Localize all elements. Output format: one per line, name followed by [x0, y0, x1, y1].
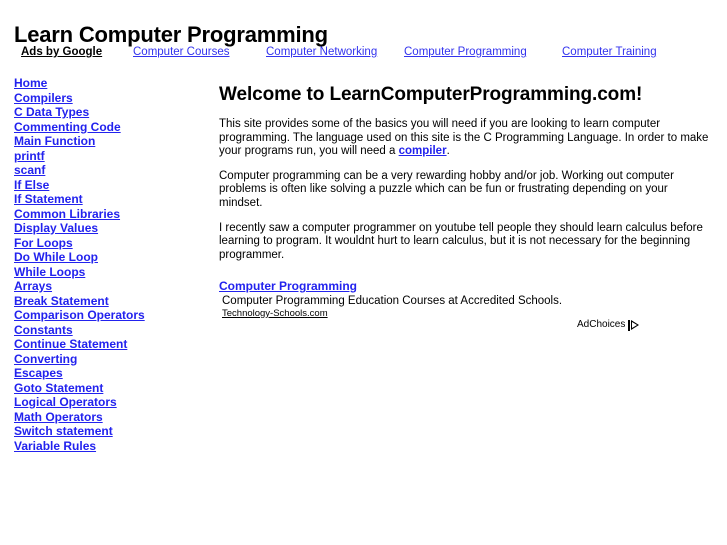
- sidebar-item-while-loops[interactable]: While Loops: [14, 265, 85, 280]
- sidebar-item-if-statement[interactable]: If Statement: [14, 192, 83, 207]
- sidebar-item-compilers[interactable]: Compilers: [14, 91, 73, 106]
- sidebar-item-converting[interactable]: Converting: [14, 352, 77, 367]
- intro-paragraph-text-before: This site provides some of the basics yo…: [219, 118, 709, 158]
- sidebar-item-logical-operators[interactable]: Logical Operators: [14, 395, 117, 410]
- intro-paragraph-text-after: .: [446, 145, 450, 158]
- ad-url-link[interactable]: Technology-Schools.com: [219, 308, 328, 320]
- sidebar-item-comparison-operators[interactable]: Comparison Operators: [14, 308, 145, 323]
- google-ads-bar: Ads by Google Computer Courses Computer …: [0, 45, 727, 61]
- sidebar-item-display-values[interactable]: Display Values: [14, 221, 98, 236]
- sidebar-item-break-statement[interactable]: Break Statement: [14, 294, 109, 309]
- sidebar-item-for-loops[interactable]: For Loops: [14, 236, 73, 251]
- sidebar-item-c-data-types[interactable]: C Data Types: [14, 105, 89, 120]
- sidebar-item-commenting-code[interactable]: Commenting Code: [14, 120, 121, 135]
- welcome-heading: Welcome to LearnComputerProgramming.com!: [219, 84, 643, 105]
- ad-link-computer-programming[interactable]: Computer Programming: [404, 45, 527, 59]
- sidebar-item-math-operators[interactable]: Math Operators: [14, 410, 103, 425]
- sidebar-item-continue-statement[interactable]: Continue Statement: [14, 337, 127, 352]
- sidebar-item-variable-rules[interactable]: Variable Rules: [14, 439, 96, 454]
- adchoices-label: AdChoices: [577, 319, 626, 330]
- sidebar-item-goto-statement[interactable]: Goto Statement: [14, 381, 103, 396]
- ad-description: Computer Programming Education Courses a…: [222, 295, 563, 307]
- sidebar-item-scanf[interactable]: scanf: [14, 163, 45, 178]
- ad-link-computer-networking[interactable]: Computer Networking: [266, 45, 377, 59]
- ad-link-computer-courses[interactable]: Computer Courses: [133, 45, 230, 59]
- compiler-link[interactable]: compiler: [399, 145, 447, 157]
- sidebar-item-printf[interactable]: printf: [14, 149, 45, 164]
- page-title: Learn Computer Programming: [14, 21, 328, 47]
- sidebar-item-escapes[interactable]: Escapes: [14, 366, 63, 381]
- sidebar-item-if-else[interactable]: If Else: [14, 178, 49, 193]
- adchoices-control[interactable]: AdChoices: [577, 319, 639, 331]
- ad-link-computer-training[interactable]: Computer Training: [562, 45, 657, 59]
- ad-title-link[interactable]: Computer Programming: [219, 279, 357, 294]
- sidebar-item-do-while-loop[interactable]: Do While Loop: [14, 250, 98, 265]
- sidebar-item-switch-statement[interactable]: Switch statement: [14, 424, 113, 439]
- ads-by-google-label: Ads by Google: [21, 46, 103, 58]
- sidebar-item-home[interactable]: Home: [14, 76, 47, 91]
- sidebar-item-main-function[interactable]: Main Function: [14, 134, 95, 149]
- calculus-paragraph: I recently saw a computer programmer on …: [219, 221, 703, 261]
- main-content: Welcome to LearnComputerProgramming.com!…: [219, 84, 711, 273]
- sidebar-item-constants[interactable]: Constants: [14, 323, 73, 338]
- sidebar-item-arrays[interactable]: Arrays: [14, 279, 52, 294]
- sidebar-nav: Home Compilers C Data Types Commenting C…: [14, 76, 194, 453]
- sidebar-item-common-libraries[interactable]: Common Libraries: [14, 207, 120, 222]
- adchoices-triangle-icon: [628, 319, 639, 331]
- hobby-paragraph: Computer programming can be a very rewar…: [219, 169, 674, 209]
- sponsored-ad-block: Computer Programming Computer Programmin…: [219, 279, 711, 320]
- intro-paragraph: This site provides some of the basics yo…: [219, 118, 711, 159]
